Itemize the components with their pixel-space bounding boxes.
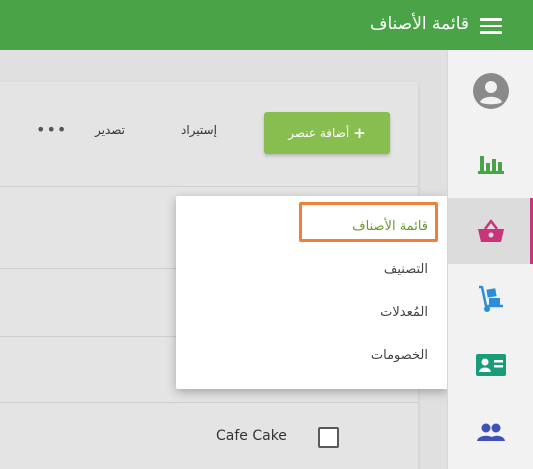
plus-icon: + [353,124,366,142]
add-item-label: أضافة عنصر [288,126,350,140]
side-navigation [447,50,533,469]
account-circle-icon [473,73,509,109]
shopping-basket-icon [478,219,504,242]
nav-reports[interactable] [448,130,533,196]
nav-inventory[interactable] [448,266,533,332]
top-app-bar: قائمة الأصناف [0,0,533,50]
divider [0,402,418,403]
hamburger-menu-icon[interactable] [480,18,502,34]
nav-customers[interactable] [448,332,533,398]
nav-account[interactable] [448,58,533,124]
nav-items[interactable] [448,198,533,264]
hand-truck-icon [479,285,503,312]
import-button[interactable]: إستيراد [181,123,217,137]
menu-item-items-list[interactable]: قائمة الأصناف [352,219,428,234]
menu-item-categories[interactable]: التصنيف [384,262,428,277]
people-icon [477,423,505,441]
items-dropdown-menu: قائمة الأصناف التصنيف المُعدلات الخصومات [176,196,448,389]
menu-item-modifiers[interactable]: المُعدلات [380,305,428,320]
add-item-button[interactable]: + أضافة عنصر [264,112,390,154]
bar-chart-icon [478,156,504,174]
nav-employees[interactable] [448,400,533,466]
page-title: قائمة الأصناف [369,14,469,34]
item-name: Cafe Cake [216,428,287,444]
divider [0,186,418,187]
contact-card-icon [476,354,506,376]
more-options-icon[interactable]: ••• [36,122,67,138]
row-checkbox[interactable] [318,427,339,448]
export-button[interactable]: تصدير [95,123,125,137]
menu-item-discounts[interactable]: الخصومات [371,348,428,363]
